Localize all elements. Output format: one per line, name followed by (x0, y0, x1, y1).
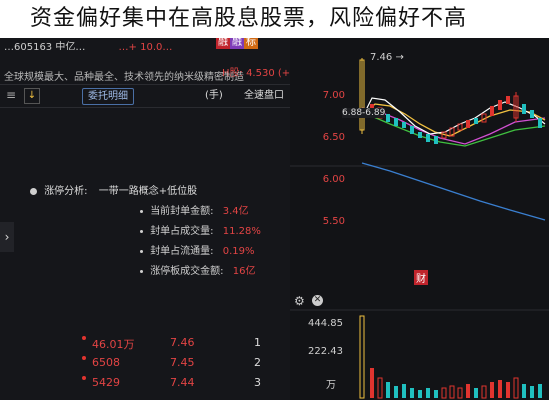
ma120-line (361, 162, 546, 221)
analysis-row: 封单占流通量: 0.19% (140, 242, 255, 257)
stock-change: …+ 10.0… (118, 42, 173, 50)
candle (434, 136, 438, 144)
table-row[interactable]: 6508 7.45 2 (0, 354, 290, 372)
chart-tools: ⚙ ✕ (290, 294, 549, 308)
range-label: 6.88-6.89 (342, 108, 386, 118)
volume-tick: 222.43 (308, 346, 343, 357)
volume-tick: 444.85 (308, 318, 343, 329)
candles (359, 58, 542, 144)
stock-code: …605163 中亿… (4, 42, 86, 50)
candle (506, 96, 510, 104)
full-speed-quote-tab[interactable]: 全速盘口 (244, 88, 284, 103)
volume-bars (359, 315, 542, 399)
top-price-label: 7.46 → (370, 52, 404, 63)
candle (530, 110, 534, 118)
collapse-arrow-icon[interactable]: › (0, 222, 14, 252)
finance-badge[interactable]: 财 (414, 270, 428, 285)
analysis-row: 涨停板成交金额: 16亿 (140, 262, 255, 277)
gear-icon[interactable]: ⚙ (294, 294, 305, 308)
analysis-row: 当前封单金额: 3.4亿 (140, 202, 249, 217)
candle (522, 104, 526, 114)
toolbar: ≡ ↓ 委托明细 (手) 全速盘口 (0, 84, 290, 108)
candle (418, 132, 422, 138)
caption-text: 资金偏好集中在高股息股票，风险偏好不高 (0, 0, 549, 38)
analysis-row: 封单占成交量: 11.28% (140, 222, 261, 237)
table-row[interactable]: 5429 7.44 3 (0, 374, 290, 392)
candle (410, 126, 414, 134)
candle (490, 106, 494, 116)
analysis-title: 涨停分析: 一带一路概念+低位股 (30, 182, 197, 197)
tag-row: 融 融 标 H股: 4.530 (+11.58%) (0, 36, 332, 79)
kline-panel: 7.46 → 7.00 6.50 6.00 5.50 6.88-6.89 财 ⚙… (290, 38, 549, 400)
candle (426, 134, 430, 142)
info-icon (30, 187, 37, 195)
candle (402, 122, 406, 128)
menu-icon[interactable]: ≡ (6, 89, 18, 101)
commission-detail-button[interactable]: 委托明细 (82, 88, 134, 105)
candle (466, 120, 470, 128)
candle (538, 118, 542, 128)
candle (498, 100, 502, 110)
y-tick-label: 6.00 (322, 174, 345, 185)
analysis-title-label: 涨停分析: (44, 186, 88, 197)
left-panel: …605163 中亿… …+ 10.0… 融 融 标 H股: 4.530 (+1… (0, 36, 332, 400)
unit-label: (手) (205, 90, 223, 101)
pin-icon[interactable]: ↓ (24, 88, 40, 104)
close-icon[interactable]: ✕ (312, 295, 323, 306)
table-row[interactable]: 46.01万 7.46 1 (0, 334, 290, 352)
analysis-title-value: 一带一路概念+低位股 (98, 186, 198, 197)
candle (394, 118, 398, 126)
business-summary: 全球规模最大、品种最全、技术领先的纳米级精密制造 (4, 72, 244, 82)
y-tick-label: 5.50 (322, 216, 345, 227)
volume-unit: 万 (326, 380, 336, 391)
y-tick-label: 7.00 (322, 90, 345, 101)
limit-up-analysis: 涨停分析: 一带一路概念+低位股 当前封单金额: 3.4亿 封单占成交量: 11… (0, 178, 290, 278)
candle (386, 114, 390, 122)
candle (474, 118, 478, 124)
y-tick-label: 6.50 (322, 132, 345, 143)
